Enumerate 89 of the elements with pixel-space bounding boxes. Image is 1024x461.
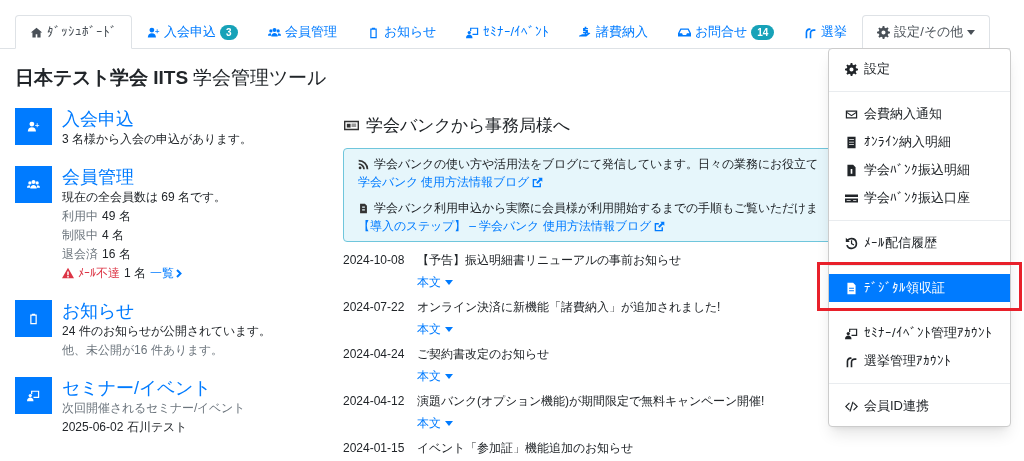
- settings-icon: [877, 25, 891, 39]
- nav-tab[interactable]: ﾀﾞｯｼｭﾎﾞｰﾄﾞ: [15, 15, 132, 49]
- news-date: 2024-01-15: [343, 440, 406, 457]
- menu-item[interactable]: ｵﾝﾗｲﾝ納入明細: [829, 128, 1010, 156]
- stat-label: 利用中: [62, 207, 98, 225]
- menu-item[interactable]: 会費納入通知: [829, 100, 1010, 128]
- section-text: 24 件のお知らせが公開されています。: [62, 322, 271, 340]
- alert-value: 1 名: [124, 264, 146, 282]
- menu-item[interactable]: 会員ID連携: [829, 392, 1010, 420]
- news-date: 2024-10-08: [343, 252, 406, 269]
- envelope-icon: [845, 107, 858, 121]
- inbox-icon: [678, 25, 692, 39]
- external-link-icon: [653, 220, 665, 232]
- stat-value: 4 名: [102, 226, 124, 244]
- menu-item[interactable]: 選挙管理ｱｶｳﾝﾄ: [829, 347, 1010, 375]
- home-icon: [30, 25, 43, 39]
- external-link-icon: [532, 176, 544, 188]
- news-title: イベント「参加証」機能追加のお知らせ: [417, 440, 633, 457]
- section-text: 3 名様から入会の申込があります。: [62, 130, 252, 148]
- page-title: 日本テスト学会 IITS 学会管理ツール: [15, 66, 327, 90]
- count-badge: 14: [751, 24, 775, 40]
- menu-item[interactable]: 設定: [829, 55, 1010, 83]
- nav-tab[interactable]: お問合せ 14: [663, 15, 790, 49]
- warning-icon: [62, 267, 74, 279]
- count-badge: 3: [220, 24, 238, 40]
- presenter-icon: [845, 326, 858, 340]
- rss-icon: [358, 158, 369, 170]
- user-plus-icon: [27, 119, 40, 133]
- body-toggle[interactable]: 本文: [417, 270, 681, 294]
- body-toggle[interactable]: 本文: [417, 411, 765, 435]
- history-icon: [845, 236, 858, 250]
- clipboard-icon: [27, 311, 40, 325]
- nav-tab[interactable]: 入会申込 3: [132, 15, 253, 49]
- caret-icon: [445, 420, 453, 426]
- section-title-link[interactable]: セミナー/イベント: [62, 376, 246, 399]
- code-icon: [845, 399, 858, 413]
- blog-link[interactable]: 学会バンク 使用方法情報ブログ: [358, 173, 818, 191]
- section-text: 次回開催されるセミナー/イベント: [62, 399, 246, 417]
- news-date: 2024-07-22: [343, 299, 406, 316]
- body-toggle[interactable]: 本文: [417, 364, 549, 388]
- nav-tab[interactable]: お知らせ: [351, 15, 451, 49]
- card-icon: [845, 191, 858, 205]
- caret-icon: [445, 326, 453, 332]
- users-icon: [267, 25, 281, 39]
- news-date: 2024-04-24: [343, 346, 406, 363]
- stat-label: 制限中: [62, 226, 98, 244]
- menu-item[interactable]: ﾒｰﾙ配信履歴: [829, 229, 1010, 257]
- pdf-icon: [358, 202, 369, 214]
- menu-item[interactable]: 学会ﾊﾞﾝｸ振込口座: [829, 184, 1010, 212]
- news-date: 2024-04-12: [343, 393, 406, 410]
- user-plus-icon: [147, 25, 160, 39]
- section-title-link[interactable]: 会員管理: [62, 165, 226, 188]
- nav-tab[interactable]: ｾﾐﾅｰ/ｲﾍﾞﾝﾄ: [450, 15, 565, 49]
- section-text: 他、未公開が16 件あります。: [62, 341, 224, 359]
- caret-icon: [445, 279, 453, 285]
- menu-item[interactable]: ｾﾐﾅｰ/ｲﾍﾞﾝﾄ管理ｱｶｳﾝﾄ: [829, 319, 1010, 347]
- blog-link[interactable]: 【導入のステップ】 – 学会バンク 使用方法情報ブログ: [358, 217, 818, 235]
- section-text: 現在の全会員数は 69 名です。: [62, 188, 226, 206]
- nav-tab[interactable]: 設定/その他: [862, 15, 990, 49]
- news-title: オンライン決済に新機能「諸費納入」が追加されました!: [417, 299, 721, 316]
- list-link[interactable]: 一覧: [150, 263, 182, 283]
- document-icon: [845, 281, 858, 295]
- info-text: 学会バンク利用申込から実際に会員様が利用開始するまでの手順もご覧いただけま: [374, 200, 818, 217]
- nav-tab[interactable]: 会員管理: [252, 15, 352, 49]
- news-title: 演題バンク(オプション機能)が期間限定で無料キャンペーン開催!: [417, 393, 765, 410]
- news-title: 【予告】振込明細書リニューアルの事前お知らせ: [417, 252, 681, 269]
- news-title: ご契約書改定のお知らせ: [417, 346, 549, 363]
- chevron-icon: [176, 268, 182, 278]
- document-icon: [845, 163, 858, 177]
- alert-label: ﾒｰﾙ不達: [78, 264, 120, 282]
- nav-tab[interactable]: 諸費納入: [564, 15, 664, 49]
- body-toggle[interactable]: 本文: [417, 317, 721, 341]
- stat-value: 49 名: [102, 207, 131, 225]
- users-icon: [27, 177, 40, 191]
- settings-icon: [845, 62, 858, 76]
- menu-item[interactable]: 学会ﾊﾞﾝｸ振込明細: [829, 156, 1010, 184]
- presenter-icon: [27, 388, 40, 402]
- info-text: 学会バンクの使い方や活用法をブログにて発信しています。日々の業務にお役立て: [374, 156, 818, 173]
- news-heading: 学会バンクから事務局様へ: [366, 114, 570, 137]
- receipt-icon: [845, 135, 858, 149]
- stat-label: 退会済: [62, 245, 98, 263]
- hand-coin-icon: [579, 25, 593, 39]
- section-title-link[interactable]: お知らせ: [62, 299, 271, 322]
- stat-value: 16 名: [102, 245, 131, 263]
- presenter-icon: [465, 25, 479, 39]
- section-text: 2025-06-02 石川テスト: [62, 418, 188, 436]
- section-title-link[interactable]: 入会申込: [62, 107, 252, 130]
- caret-icon: [445, 373, 453, 379]
- menu-item[interactable]: ﾃﾞｼﾞﾀﾙ領収証: [829, 274, 1010, 302]
